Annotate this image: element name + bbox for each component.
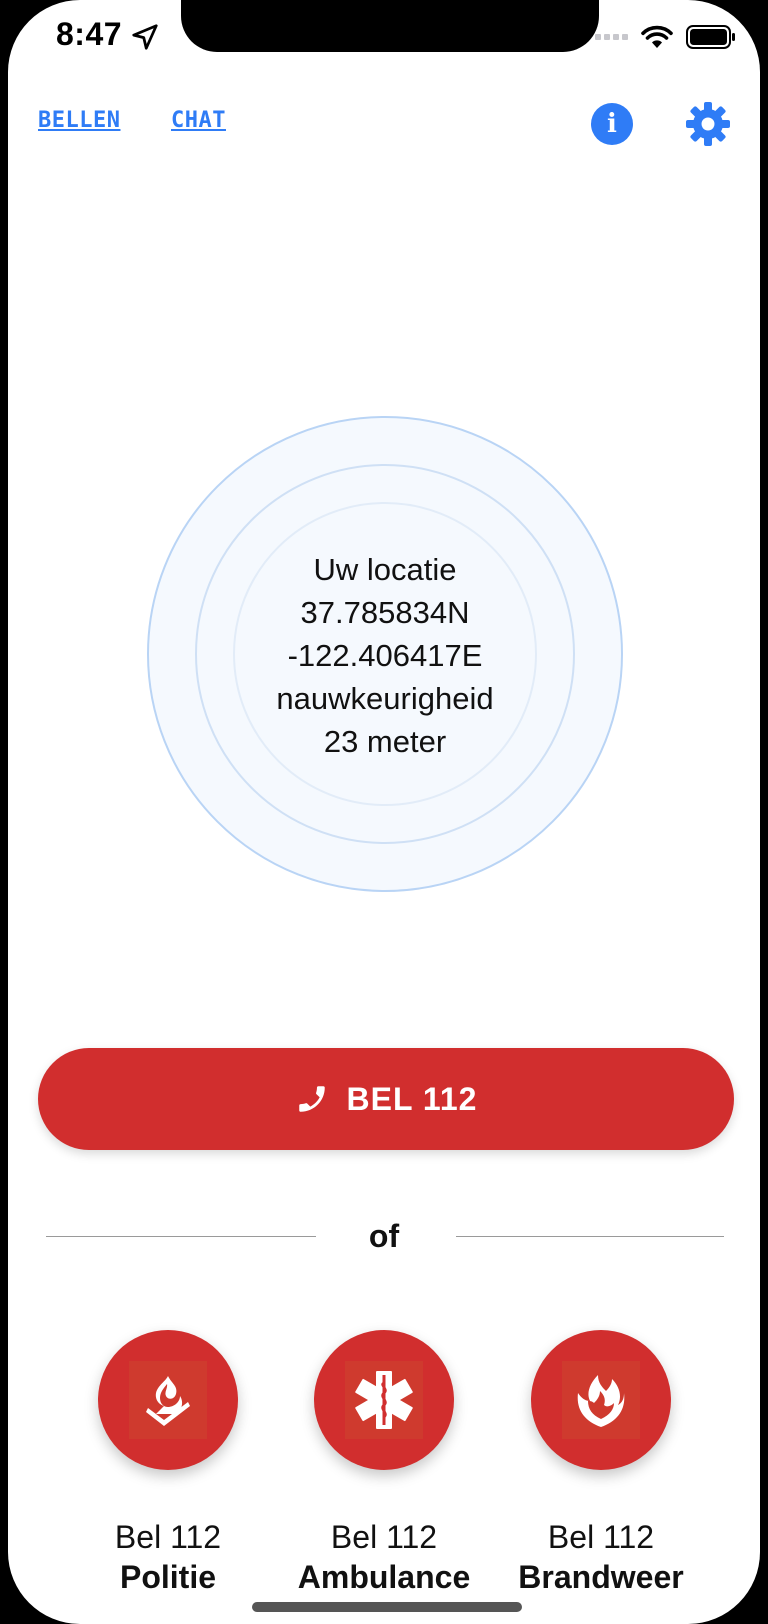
info-button[interactable]: i [591,103,633,145]
police-icon [146,1376,190,1426]
divider-left [46,1236,316,1237]
device-notch [181,0,599,52]
fire-department-button[interactable] [531,1330,671,1470]
location-info: Uw locatie 37.785834N -122.406417E nauwk… [147,548,623,763]
info-icon: i [607,109,617,139]
star-of-life-icon [355,1371,413,1429]
police-icon-tile [129,1361,207,1439]
ambulance-button[interactable] [314,1330,454,1470]
location-longitude: -122.406417E [287,638,483,673]
fire-department-icon-tile [562,1361,640,1439]
status-indicators [595,24,736,50]
call-112-button[interactable]: BEL 112 [38,1048,734,1150]
location-title: Uw locatie [313,552,457,587]
divider-right [456,1236,724,1237]
location-accuracy-label: nauwkeurigheid [276,681,494,716]
fire-department-label: Bel 112 Brandweer [518,1519,684,1595]
home-indicator[interactable] [252,1602,522,1612]
divider-label: of [368,1218,400,1254]
wifi-icon [641,25,673,48]
app-screen: 8:47 BELLEN CHAT i Uw locatie 37.785834N… [8,0,760,1624]
location-latitude: 37.785834N [300,595,470,630]
location-arrow-icon [132,24,158,50]
ambulance-label: Bel 112 Ambulance [297,1519,471,1595]
battery-icon [686,25,735,49]
phone-icon [298,1086,325,1112]
police-label: Bel 112 Politie [114,1519,222,1595]
ambulance-icon-tile [345,1361,423,1439]
police-button[interactable] [98,1330,238,1470]
status-time: 8:47 [56,16,123,52]
call-tab-link[interactable]: BELLEN [38,108,120,133]
fire-department-icon [577,1375,625,1427]
gear-icon[interactable] [684,100,732,148]
call-112-label: BEL 112 [346,1080,478,1117]
location-accuracy-value: 23 meter [323,724,447,759]
cellular-signal-icon [595,34,628,40]
chat-tab-link[interactable]: CHAT [171,108,226,133]
